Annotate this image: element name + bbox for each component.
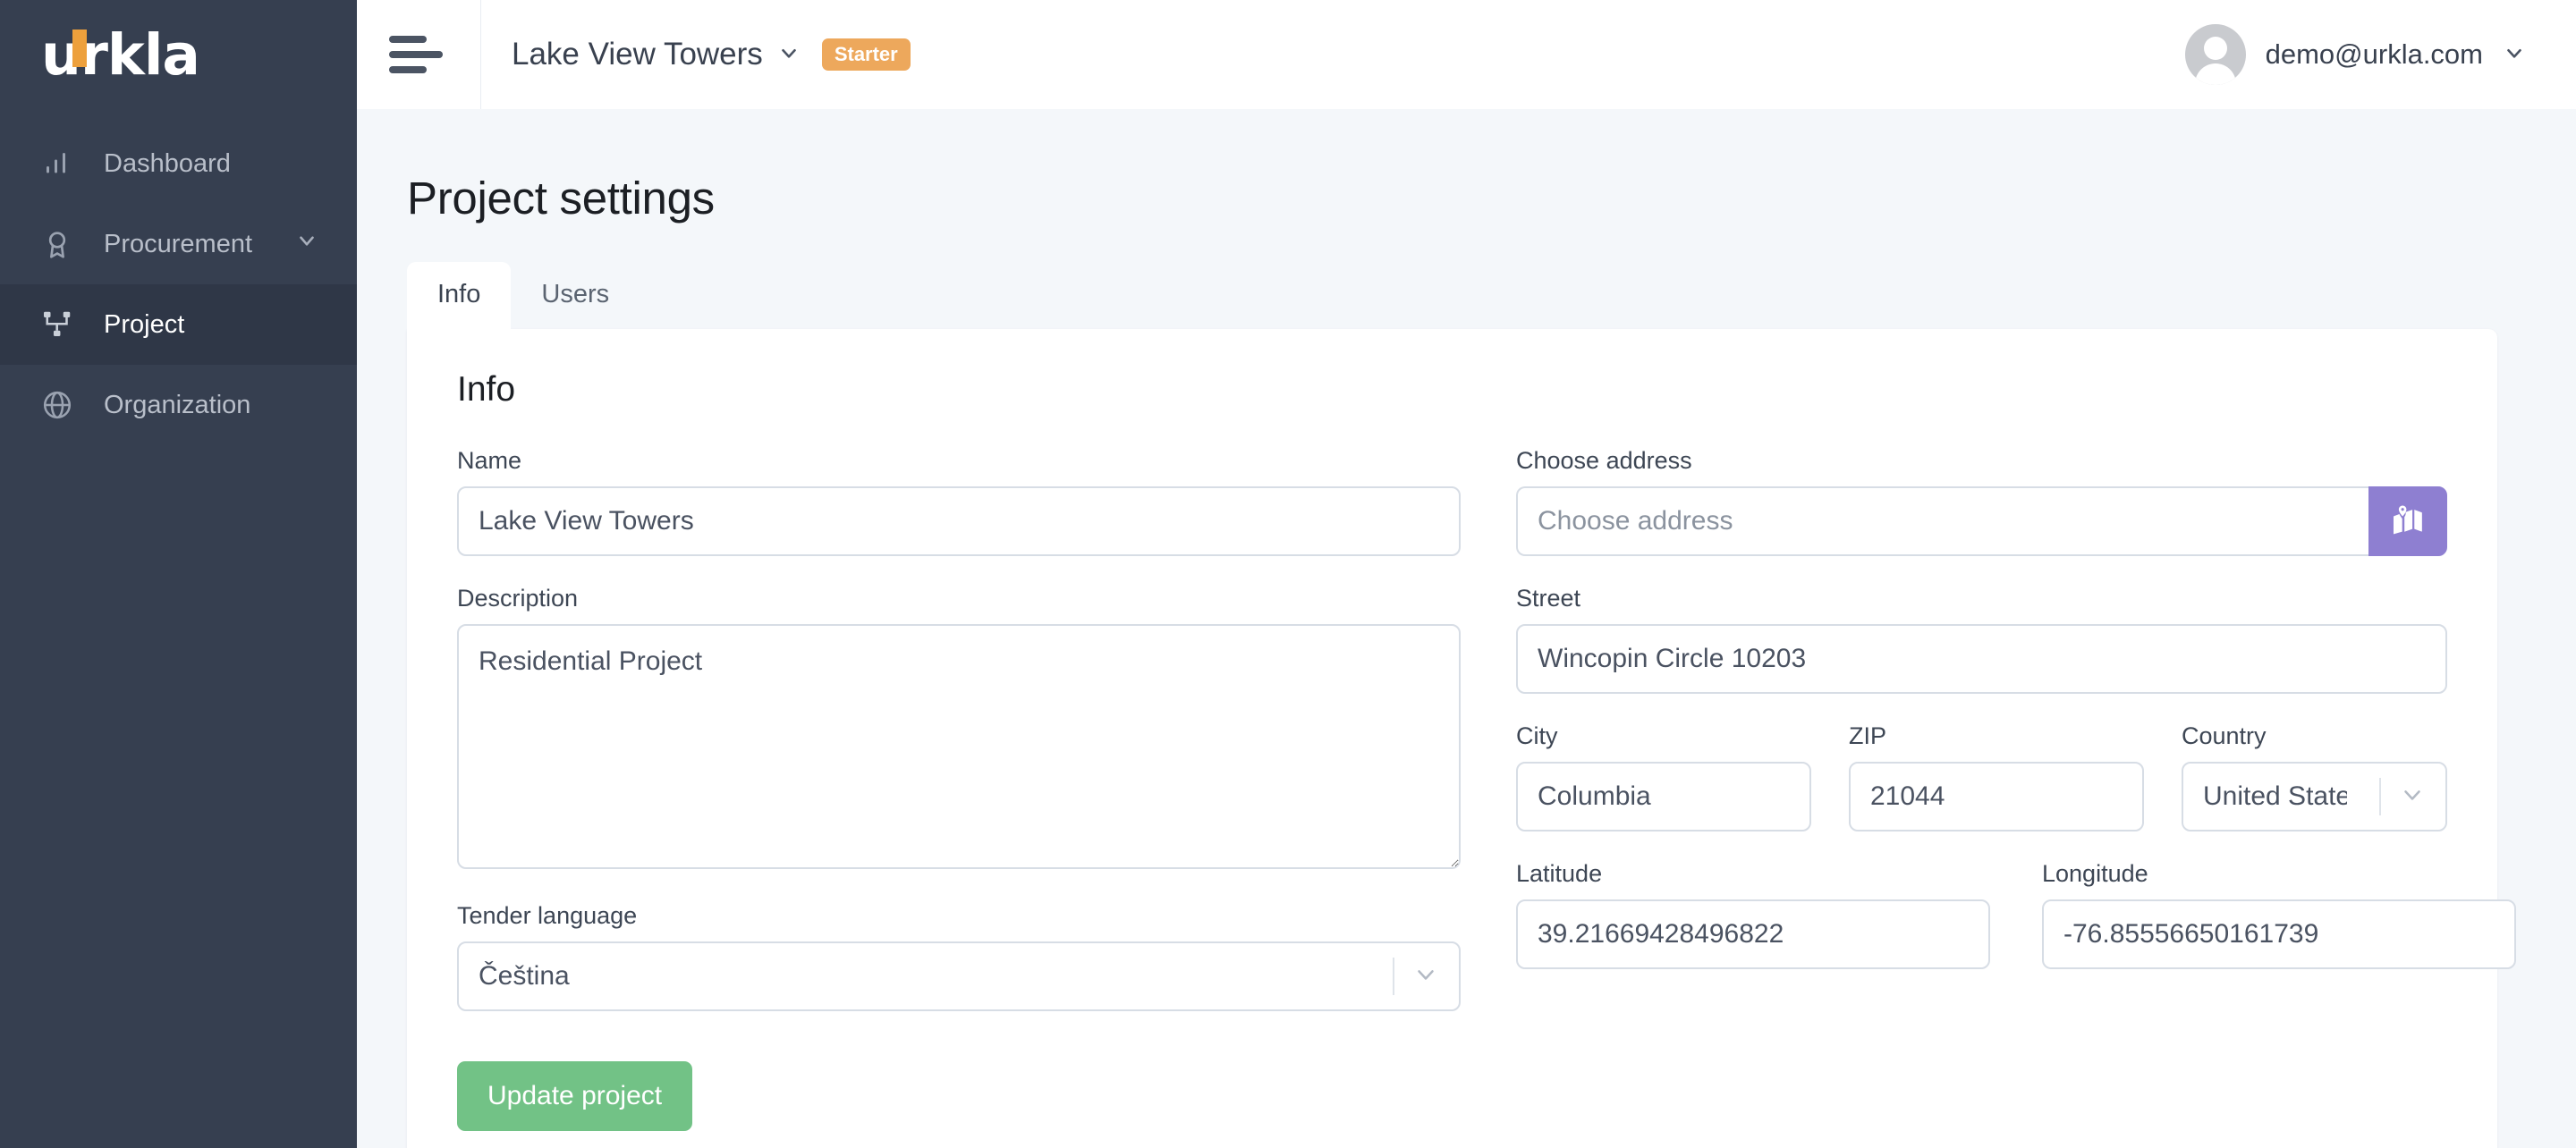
- field-city: City: [1516, 722, 1811, 831]
- country-label: Country: [2182, 722, 2267, 749]
- content-area: Project settings Info Users Info Name La…: [357, 109, 2576, 1148]
- description-label: Description: [457, 585, 579, 612]
- field-choose-address: Choose address: [1516, 447, 2447, 556]
- open-map-button[interactable]: [2368, 486, 2447, 556]
- field-country: Country: [2182, 722, 2447, 831]
- tender-language-label: Tender language: [457, 902, 638, 929]
- logo-text: urkla: [41, 21, 200, 88]
- award-icon: [41, 228, 79, 260]
- field-latitude: Latitude: [1516, 860, 1990, 969]
- bar-chart-icon: [41, 148, 79, 180]
- field-tender-language: Tender language: [457, 902, 1461, 1011]
- city-label: City: [1516, 722, 1558, 749]
- sitemap-icon: [41, 308, 79, 341]
- tab-bar: Info Users: [407, 262, 2497, 329]
- field-name: Name: [457, 447, 1461, 556]
- description-textarea[interactable]: Residential Project: [457, 624, 1461, 869]
- tender-language-select[interactable]: [457, 941, 1461, 1011]
- select-divider: [2379, 778, 2381, 815]
- street-input[interactable]: [1516, 624, 2447, 694]
- chevron-down-icon: [777, 41, 801, 69]
- brand-logo[interactable]: urkla: [0, 0, 357, 109]
- project-switcher-label: Lake View Towers: [512, 37, 763, 72]
- longitude-label: Longitude: [2042, 860, 2148, 887]
- sidebar-item-label: Organization: [104, 390, 251, 419]
- sidebar-item-label: Procurement: [104, 229, 253, 258]
- logo-accent-bar: [72, 29, 87, 67]
- project-switcher[interactable]: Lake View Towers Starter: [481, 0, 941, 109]
- latitude-input[interactable]: [1516, 899, 1990, 969]
- chevron-down-icon: [2503, 41, 2526, 69]
- sidebar: urkla Dashboard Procurement Project Orga…: [0, 0, 357, 1148]
- field-longitude: Longitude: [2042, 860, 2516, 969]
- topbar: Lake View Towers Starter demo@urkla.com: [357, 0, 2576, 109]
- hamburger-line: [389, 51, 443, 58]
- sidebar-item-label: Project: [104, 309, 185, 339]
- user-avatar-icon: [2184, 24, 2246, 85]
- form-column-left: Name Description Residential Project Ten…: [457, 447, 1461, 1131]
- user-menu[interactable]: demo@urkla.com: [2184, 24, 2576, 85]
- sidebar-nav: Dashboard Procurement Project Organizati…: [0, 123, 357, 445]
- user-email-label: demo@urkla.com: [2265, 38, 2483, 70]
- latitude-label: Latitude: [1516, 860, 1603, 887]
- longitude-input[interactable]: [2042, 899, 2516, 969]
- sidebar-item-dashboard[interactable]: Dashboard: [0, 123, 357, 204]
- address-row: City ZIP Country: [1516, 722, 2447, 860]
- choose-address-label: Choose address: [1516, 447, 1692, 474]
- name-input[interactable]: [457, 486, 1461, 556]
- sidebar-item-organization[interactable]: Organization: [0, 365, 357, 445]
- street-label: Street: [1516, 585, 1581, 612]
- hamburger-icon[interactable]: [389, 36, 445, 73]
- field-description: Description Residential Project: [457, 585, 1461, 874]
- tab-info[interactable]: Info: [407, 262, 512, 329]
- plan-badge: Starter: [821, 38, 911, 71]
- choose-address-input[interactable]: [1516, 486, 2368, 556]
- field-street: Street: [1516, 585, 2447, 694]
- coordinates-row: Latitude Longitude: [1516, 860, 2516, 998]
- app-root: urkla Dashboard Procurement Project Orga…: [0, 0, 2576, 1148]
- main-area: Lake View Towers Starter demo@urkla.com: [357, 0, 2576, 1148]
- page-title: Project settings: [407, 173, 715, 224]
- sidebar-item-project[interactable]: Project: [0, 284, 357, 365]
- globe-icon: [41, 389, 79, 421]
- update-project-button[interactable]: Update project: [457, 1061, 693, 1131]
- zip-input[interactable]: [1849, 762, 2144, 831]
- country-select[interactable]: [2182, 762, 2447, 831]
- hamburger-line: [389, 66, 427, 73]
- map-marked-icon: [2391, 502, 2425, 541]
- section-title: Info: [457, 370, 516, 409]
- sidebar-item-label: Dashboard: [104, 148, 231, 178]
- tab-users[interactable]: Users: [511, 262, 640, 329]
- city-input[interactable]: [1516, 762, 1811, 831]
- zip-label: ZIP: [1849, 722, 1887, 749]
- sidebar-item-procurement[interactable]: Procurement: [0, 204, 357, 284]
- hamburger-line: [389, 36, 427, 43]
- field-zip: ZIP: [1849, 722, 2144, 831]
- chevron-down-icon[interactable]: [295, 229, 318, 259]
- form-column-right: Choose address Choose address Street Win…: [1516, 447, 2516, 1131]
- select-divider: [1393, 958, 1394, 995]
- name-label: Name: [457, 447, 522, 474]
- info-panel: Info Name Description Residential Projec…: [407, 329, 2516, 1148]
